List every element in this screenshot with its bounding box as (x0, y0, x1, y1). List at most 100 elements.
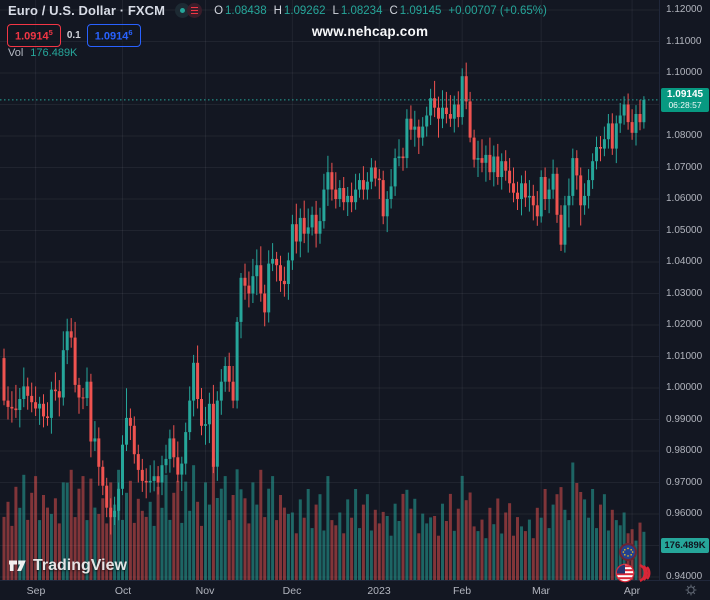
axis-settings-gear-icon[interactable] (684, 583, 698, 597)
candle-body (215, 400, 219, 467)
candle-body (500, 161, 504, 177)
candle-body (591, 161, 595, 181)
candle-body (437, 107, 440, 119)
candle-body (330, 172, 334, 190)
volume-legend[interactable]: Vol 176.489K (8, 47, 77, 59)
candle-body (290, 224, 294, 261)
volume-bar (401, 493, 405, 580)
candle-body (543, 177, 547, 199)
price-axis-label: 1.02000 (666, 319, 703, 330)
candle-body (69, 331, 73, 338)
candle-body (22, 386, 26, 399)
price-axis[interactable]: 1.12000 1.11000 1.10000 1.08000 1.07000 1.060… (660, 0, 710, 582)
volume-bar (255, 504, 259, 580)
candle-body (606, 123, 610, 140)
candle-body (444, 107, 448, 114)
candle-body (571, 158, 575, 196)
candle-body (243, 277, 247, 286)
time-axis-label: Nov (195, 585, 215, 597)
time-axis[interactable]: Sep Oct Nov Dec 2023 Feb Mar Apr (0, 581, 710, 600)
volume-bar (156, 486, 160, 580)
volume-bar (239, 489, 243, 580)
candle-body (472, 137, 476, 160)
candle-body (547, 189, 551, 199)
volume-bar (275, 520, 279, 580)
candle-body (152, 476, 156, 481)
candle-body (638, 114, 642, 123)
volume-bar (437, 535, 440, 580)
candle-body (263, 293, 267, 313)
volume-bar (251, 482, 255, 580)
tradingview-chart-window: www.nehcap.com Euro / U.S. Dollar · FXCM… (0, 0, 710, 600)
candle-body (326, 172, 330, 190)
price-axis-label: 1.01000 (666, 351, 703, 362)
volume-bar (318, 494, 322, 580)
candle-body (219, 381, 223, 401)
volume-bar (132, 522, 136, 580)
volume-bar (389, 535, 393, 580)
candle-body (148, 480, 152, 483)
candle-body (618, 115, 622, 124)
candle-body (421, 126, 425, 138)
market-status-toggle[interactable] (175, 3, 203, 18)
candle-body (172, 438, 176, 458)
volume-bar (148, 501, 152, 580)
volume-bar (152, 525, 156, 580)
candle-body (136, 454, 140, 470)
candle-body (275, 258, 279, 266)
volume-bar (227, 520, 231, 580)
low-value: 1.08234 (340, 4, 383, 17)
candle-body (535, 205, 539, 217)
candle-body (85, 381, 89, 399)
candle-body (464, 76, 468, 102)
candle-body (282, 280, 286, 285)
volume-bar (488, 507, 492, 580)
volume-bar (527, 519, 531, 580)
candle-body (575, 158, 579, 176)
chart-canvas[interactable] (0, 0, 710, 600)
time-axis-label: Feb (452, 585, 472, 597)
volume-bar (523, 531, 527, 580)
buy-button[interactable]: 1.09146 (86, 24, 141, 47)
eu-flag-event-icon[interactable] (619, 543, 637, 561)
volume-bar (539, 517, 543, 580)
price-axis-label: 1.10000 (666, 67, 703, 78)
sell-button[interactable]: 1.09145 (7, 24, 61, 47)
candle-body (377, 178, 381, 181)
volume-bar (365, 494, 369, 580)
volume-bar (354, 489, 358, 580)
symbol-title[interactable]: Euro / U.S. Dollar · FXCM (8, 3, 165, 18)
candle-body (448, 114, 452, 119)
volume-bar (184, 481, 188, 580)
candle-body (81, 397, 85, 399)
volume-bar (500, 533, 504, 580)
candle-body (46, 416, 49, 418)
volume-bar (543, 489, 547, 580)
price-axis-label: 0.96000 (666, 508, 703, 519)
volume-bar (231, 495, 235, 580)
candle-body (211, 403, 215, 467)
volume-bar (334, 525, 338, 580)
candle-body (512, 183, 515, 193)
volume-bar (508, 503, 512, 580)
candle-body (53, 389, 57, 392)
candle-body (26, 386, 30, 396)
us-flag-event-icon[interactable] (615, 563, 651, 583)
price-axis-label: 1.06000 (666, 193, 703, 204)
candle-body (34, 402, 38, 409)
volume-bar (599, 504, 602, 580)
event-markers (606, 543, 652, 583)
volume-bar (223, 476, 227, 580)
tradingview-logo[interactable]: TradingView (8, 556, 127, 575)
volume-bar (413, 498, 417, 580)
volume-bar (215, 498, 219, 580)
price-axis-label: 0.97000 (666, 477, 703, 488)
spread-value: 0.1 (66, 29, 81, 41)
volume-bar (330, 520, 334, 580)
candle-body (523, 183, 527, 198)
volume-bar (373, 509, 377, 580)
volume-bar (282, 507, 286, 580)
volume-bar (397, 521, 401, 580)
volume-bar (441, 503, 444, 580)
candle-body (314, 214, 318, 234)
